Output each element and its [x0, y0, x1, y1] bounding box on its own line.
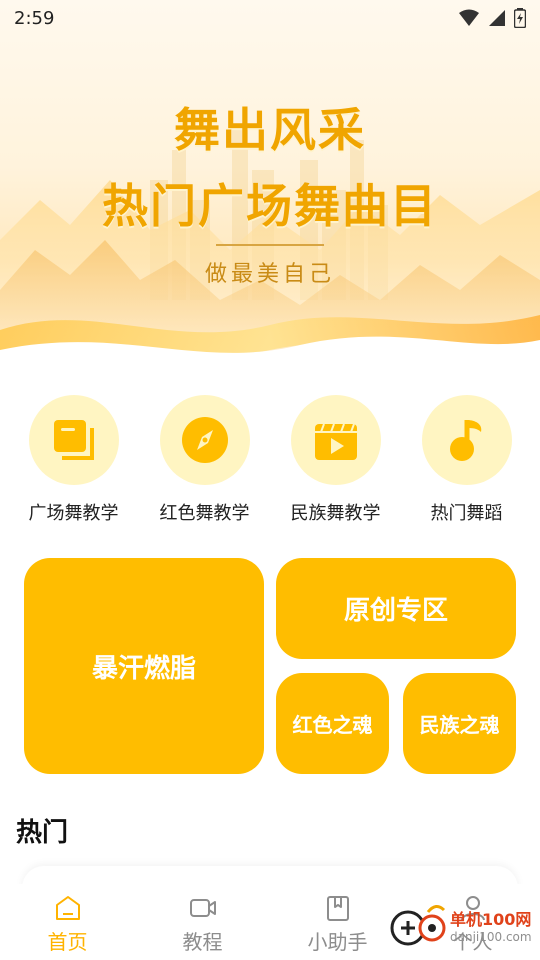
tile-fat-burning[interactable]: 暴汗燃脂 — [24, 558, 264, 774]
tile-red-soul[interactable]: 红色之魂 — [276, 673, 389, 774]
banner-title-line2: 热门广场舞曲目 — [102, 179, 438, 233]
nav-home[interactable]: 首页 — [8, 894, 128, 955]
home-icon — [55, 896, 80, 920]
category-hot-dance[interactable]: 热门舞蹈 — [407, 395, 527, 525]
battery-icon — [514, 8, 526, 28]
category-row: 广场舞教学 红色舞教学 民族舞教学 热门舞蹈 — [0, 395, 540, 525]
hero-banner[interactable]: 舞出风采 热门广场舞曲目 做最美自己 — [0, 0, 540, 370]
category-icon-circle — [28, 395, 119, 485]
banner-divider — [216, 244, 324, 246]
video-clapper-icon — [314, 423, 357, 460]
nav-label: 教程 — [182, 930, 223, 954]
tile-original-zone[interactable]: 原创专区 — [276, 558, 516, 659]
video-camera-icon — [189, 899, 216, 917]
bookmark-book-icon — [326, 896, 349, 921]
hot-section-title: 热门 — [16, 818, 69, 848]
category-red-dance[interactable]: 红色舞教学 — [145, 395, 265, 525]
nav-label: 首页 — [47, 930, 88, 954]
category-label: 热门舞蹈 — [430, 503, 503, 524]
category-ethnic-dance[interactable]: 民族舞教学 — [276, 395, 396, 525]
category-icon-circle — [290, 395, 381, 485]
nav-tutorial[interactable]: 教程 — [143, 894, 263, 955]
square-stack-icon — [53, 420, 94, 460]
watermark-text: 单机100网 — [450, 910, 532, 929]
category-square-dance[interactable]: 广场舞教学 — [14, 395, 134, 525]
category-label: 红色舞教学 — [159, 503, 250, 524]
tile-ethnic-soul[interactable]: 民族之魂 — [403, 673, 516, 774]
compass-icon — [181, 417, 228, 463]
banner-title-line1: 舞出风采 — [174, 103, 366, 157]
wifi-icon — [459, 9, 479, 26]
watermark-url: danji100.com — [450, 930, 532, 944]
nav-label: 小助手 — [307, 930, 368, 954]
category-icon-circle — [159, 395, 250, 485]
category-icon-circle — [421, 395, 512, 485]
music-note-icon — [449, 420, 481, 461]
watermark-logo-icon — [390, 905, 446, 946]
watermark: 单机100网 danji100.com — [388, 898, 538, 958]
category-label: 广场舞教学 — [28, 503, 119, 524]
category-label: 民族舞教学 — [290, 503, 381, 524]
status-bar: 2:59 — [0, 0, 540, 36]
status-icons — [458, 8, 526, 28]
cell-signal-icon — [489, 10, 505, 26]
status-time: 2:59 — [14, 7, 55, 29]
nav-assistant[interactable]: 小助手 — [278, 894, 398, 955]
banner-subtitle: 做最美自己 — [204, 262, 335, 287]
